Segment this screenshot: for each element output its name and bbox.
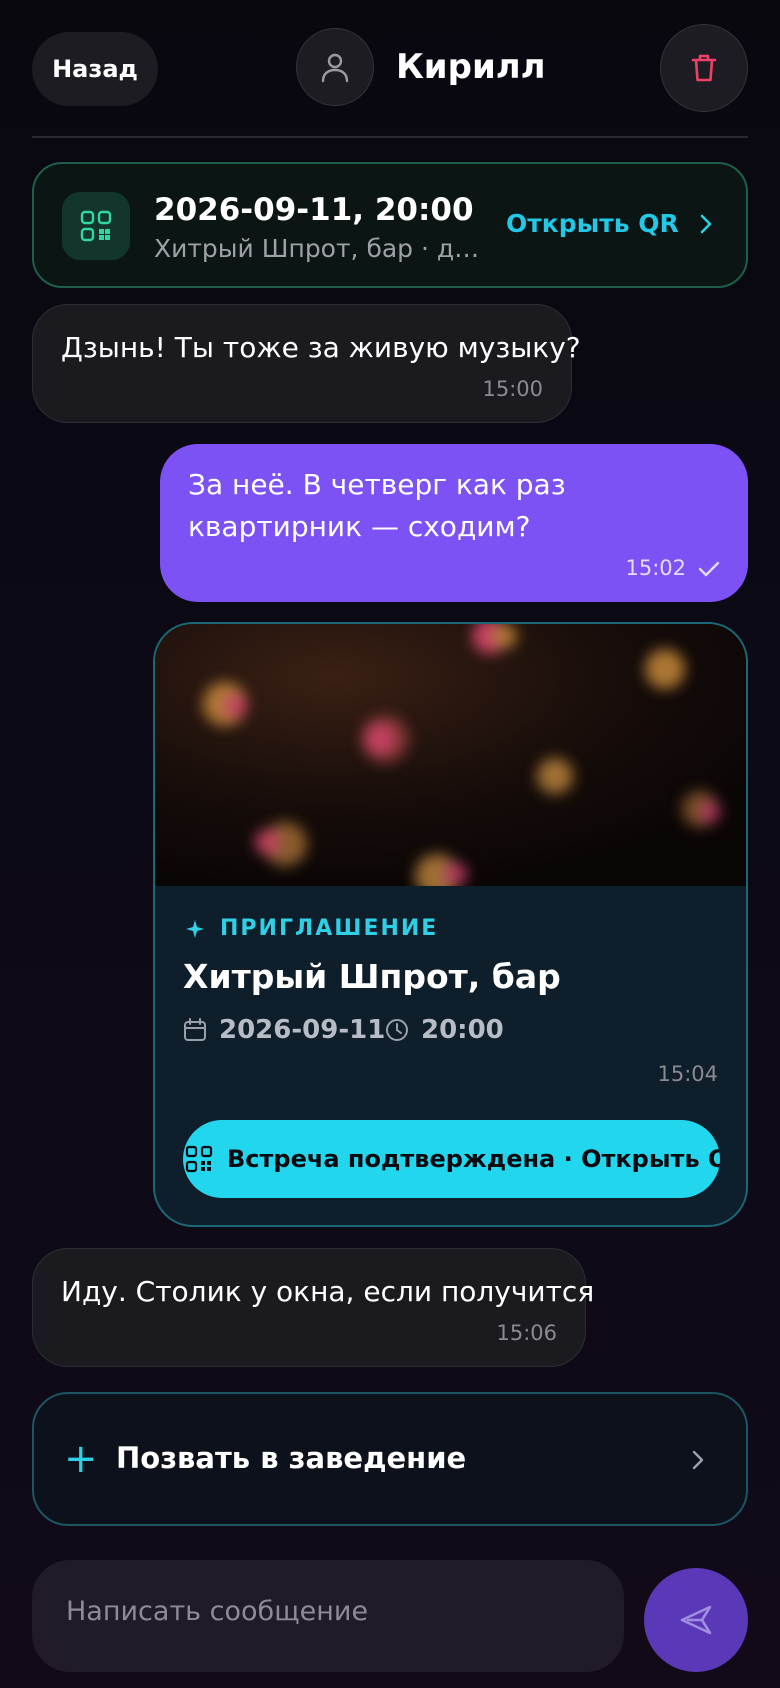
sparkle-icon: [186, 920, 204, 938]
message-composer: [32, 1560, 624, 1672]
message-text: Иду. Столик у окна, если получится: [61, 1275, 595, 1308]
open-qr-link[interactable]: Открыть QR: [506, 206, 679, 242]
message-bubble-outgoing: За неё. В четверг как раз квартирник — с…: [160, 444, 748, 602]
trash-icon: [691, 54, 717, 82]
send-button[interactable]: [644, 1568, 748, 1672]
message-bubble-incoming: Иду. Столик у окна, если получится 15:06: [32, 1248, 594, 1367]
header-divider: [32, 136, 748, 138]
calendar-icon: [184, 1018, 206, 1041]
meeting-venue: Хитрый Шпрот, бар · два…: [154, 234, 484, 263]
message-time: 15:06: [496, 1321, 557, 1345]
invite-card[interactable]: ПРИГЛАШЕНИЕ Хитрый Шпрот, бар 2026-09-11…: [153, 622, 748, 1227]
confirmed-open-qr-button[interactable]: Встреча подтверждена · Открыть QR: [183, 1120, 720, 1198]
message-bubble-incoming: Дзынь! Ты тоже за живую музыку? 15:00: [32, 304, 581, 423]
avatar[interactable]: [296, 28, 374, 106]
back-button[interactable]: Назад: [32, 32, 158, 106]
message-time: 15:00: [482, 377, 543, 401]
clock-icon: [386, 1019, 408, 1041]
invite-tag: ПРИГЛАШЕНИЕ: [220, 916, 439, 941]
check-icon: [698, 561, 720, 577]
message-text: За неё. В четверг как раз квартирник — с…: [188, 468, 566, 543]
qr-icon: [185, 1145, 213, 1173]
invite-date: 2026-09-11: [219, 1015, 386, 1045]
meeting-datetime: 2026-09-11, 20:00: [154, 192, 474, 228]
invite-to-venue-label: Позвать в заведение: [116, 1441, 467, 1475]
venue-photo: [155, 624, 746, 886]
meeting-banner[interactable]: 2026-09-11, 20:00 Хитрый Шпрот, бар · дв…: [32, 162, 748, 288]
message-time: 15:02: [625, 556, 686, 580]
delete-chat-button[interactable]: [660, 24, 748, 112]
qr-icon: [62, 192, 130, 260]
message-time: 15:04: [657, 1062, 718, 1086]
user-icon: [321, 53, 349, 83]
send-icon: [680, 1605, 712, 1635]
chevron-right-icon: [700, 214, 712, 234]
invite-time: 20:00: [421, 1015, 504, 1045]
plus-icon: +: [64, 1436, 98, 1482]
confirmed-button-label: Встреча подтверждена · Открыть QR: [227, 1145, 720, 1173]
contact-name: Кирилл: [396, 47, 546, 87]
message-input[interactable]: [64, 1588, 588, 1634]
message-text: Дзынь! Ты тоже за живую музыку?: [61, 331, 581, 364]
invite-venue-title: Хитрый Шпрот, бар: [183, 957, 561, 996]
chevron-right-icon: [692, 1450, 704, 1470]
invite-to-venue-button[interactable]: + Позвать в заведение: [32, 1392, 748, 1526]
